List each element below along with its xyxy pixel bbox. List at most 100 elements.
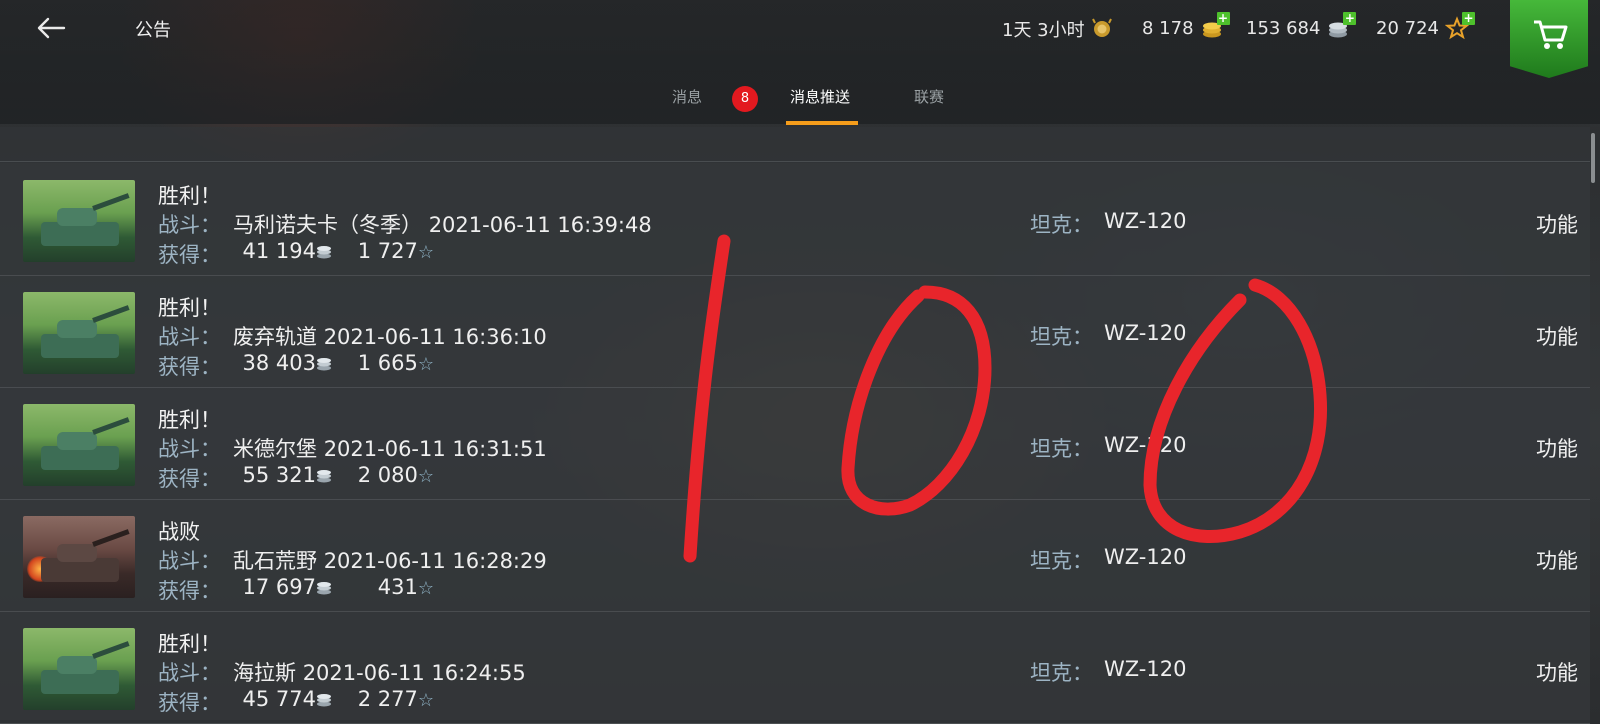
tank-name: WZ-120	[1104, 321, 1187, 345]
silver-amount: 153 684	[1246, 17, 1321, 39]
silver-coins-icon	[317, 694, 331, 707]
list-header-bar	[0, 127, 1590, 162]
earned-label: 获得：	[158, 467, 221, 491]
silver-coins-icon	[317, 358, 331, 371]
silver-earned: 45 774	[242, 687, 316, 711]
list-item[interactable]: 战败 战斗： 乱石荒野 2021-06-11 16:28:29 获得： 17 6…	[0, 499, 1590, 612]
store-button[interactable]	[1510, 0, 1588, 78]
battle-label: 战斗：	[158, 213, 221, 237]
silver-earned-wrap: 17 697	[236, 575, 332, 599]
silver-earned: 38 403	[242, 351, 316, 375]
tank-thumbnail	[23, 628, 135, 710]
tank-name: WZ-120	[1104, 545, 1187, 569]
silver-earned: 41 194	[242, 239, 316, 263]
tab-push-messages[interactable]: 消息推送	[790, 86, 850, 107]
battle-datetime: 2021-06-11 16:36:10	[323, 325, 547, 349]
tab-league[interactable]: 联赛	[914, 86, 944, 107]
battle-label: 战斗：	[158, 549, 221, 573]
xp-star-icon: ☆	[417, 242, 434, 263]
gold-balance[interactable]: 8 178 +	[1142, 12, 1230, 40]
battle-map: 米德尔堡	[233, 437, 317, 461]
scrollbar[interactable]	[1591, 133, 1595, 183]
earned-label: 获得：	[158, 355, 221, 379]
page-title: 公告	[135, 20, 171, 41]
list-item[interactable]: 胜利！ 战斗： 马利诺夫卡（冬季） 2021-06-11 16:39:48 获得…	[0, 163, 1590, 276]
xp-earned-wrap: 431☆	[338, 575, 434, 599]
tank-name: WZ-120	[1104, 657, 1187, 681]
list-item[interactable]: 胜利！ 战斗： 海拉斯 2021-06-11 16:24:55 获得： 45 7…	[0, 611, 1590, 724]
tank-label: 坦克：	[1030, 549, 1093, 573]
free-xp-star-icon: +	[1444, 12, 1475, 40]
silver-earned: 17 697	[242, 575, 316, 599]
tank-label: 坦克：	[1030, 437, 1093, 461]
battle-datetime: 2021-06-11 16:28:29	[323, 549, 547, 573]
silver-earned-wrap: 55 321	[236, 463, 332, 487]
xp-star-icon: ☆	[417, 354, 434, 375]
tank-label: 坦克：	[1030, 213, 1093, 237]
silver-coins-icon	[317, 582, 331, 595]
free-xp-balance[interactable]: 20 724 +	[1376, 12, 1475, 40]
tab-messages[interactable]: 消息	[672, 86, 702, 107]
add-silver-icon[interactable]: +	[1343, 12, 1357, 25]
gold-amount: 8 178	[1142, 17, 1194, 39]
battle-results-list[interactable]: 胜利！ 战斗： 马利诺夫卡（冬季） 2021-06-11 16:39:48 获得…	[0, 127, 1590, 724]
battle-map-datetime: 废弃轨道 2021-06-11 16:36:10	[233, 321, 547, 351]
active-tab-indicator	[786, 121, 858, 125]
tank-thumbnail	[23, 180, 135, 262]
tank-name: WZ-120	[1104, 209, 1187, 233]
xp-star-icon: ☆	[417, 690, 434, 711]
battle-map-datetime: 米德尔堡 2021-06-11 16:31:51	[233, 433, 547, 463]
battle-label: 战斗：	[158, 437, 221, 461]
battle-result: 胜利！	[158, 632, 221, 656]
battle-result: 胜利！	[158, 296, 221, 320]
list-item[interactable]: 胜利！ 战斗： 米德尔堡 2021-06-11 16:31:51 获得： 55 …	[0, 387, 1590, 500]
battle-datetime: 2021-06-11 16:31:51	[323, 437, 547, 461]
battle-map-datetime: 马利诺夫卡（冬季） 2021-06-11 16:39:48	[233, 209, 652, 239]
battle-map: 废弃轨道	[233, 325, 317, 349]
battle-label: 战斗：	[158, 661, 221, 685]
list-item[interactable]: 胜利！ 战斗： 废弃轨道 2021-06-11 16:36:10 获得： 38 …	[0, 275, 1590, 388]
silver-earned: 55 321	[242, 463, 316, 487]
back-arrow-icon[interactable]	[34, 10, 70, 46]
earned-label: 获得：	[158, 691, 221, 715]
function-button[interactable]: 功能	[1536, 657, 1578, 687]
function-button[interactable]: 功能	[1536, 545, 1578, 575]
tank-name: WZ-120	[1104, 433, 1187, 457]
add-free-xp-icon[interactable]: +	[1461, 12, 1475, 25]
top-bar: 公告 1天 3小时 8 178 + 153 684 + 20 724 + 消息 …	[0, 0, 1600, 125]
battle-result: 战败	[158, 520, 200, 544]
battle-map-datetime: 海拉斯 2021-06-11 16:24:55	[233, 657, 526, 687]
xp-earned: 2 277	[357, 687, 418, 711]
add-gold-icon[interactable]: +	[1216, 12, 1230, 25]
silver-coins-icon: +	[1326, 12, 1357, 40]
battle-map: 乱石荒野	[233, 549, 317, 573]
premium-timer-text: 1天 3小时	[1002, 20, 1085, 41]
unread-badge: 8	[732, 86, 758, 112]
free-xp-amount: 20 724	[1376, 17, 1439, 39]
silver-earned-wrap: 45 774	[236, 687, 332, 711]
silver-coins-icon	[317, 470, 331, 483]
battle-label: 战斗：	[158, 325, 221, 349]
xp-star-icon: ☆	[417, 466, 434, 487]
premium-timer[interactable]: 1天 3小时	[1002, 16, 1115, 42]
battle-result: 胜利！	[158, 408, 221, 432]
xp-earned-wrap: 1 665☆	[338, 351, 434, 375]
silver-balance[interactable]: 153 684 +	[1246, 12, 1357, 40]
xp-earned-wrap: 2 277☆	[338, 687, 434, 711]
xp-earned: 1 665	[357, 351, 418, 375]
xp-earned-wrap: 1 727☆	[338, 239, 434, 263]
silver-earned-wrap: 41 194	[236, 239, 332, 263]
function-button[interactable]: 功能	[1536, 321, 1578, 351]
function-button[interactable]: 功能	[1536, 209, 1578, 239]
tank-thumbnail	[23, 516, 135, 598]
tank-thumbnail	[23, 292, 135, 374]
cart-icon	[1534, 20, 1568, 49]
silver-earned-wrap: 38 403	[236, 351, 332, 375]
function-button[interactable]: 功能	[1536, 433, 1578, 463]
tank-label: 坦克：	[1030, 661, 1093, 685]
gold-coins-icon: +	[1200, 12, 1230, 40]
battle-map-datetime: 乱石荒野 2021-06-11 16:28:29	[233, 545, 547, 575]
battle-datetime: 2021-06-11 16:24:55	[302, 661, 526, 685]
xp-star-icon: ☆	[417, 578, 434, 599]
earned-label: 获得：	[158, 243, 221, 267]
